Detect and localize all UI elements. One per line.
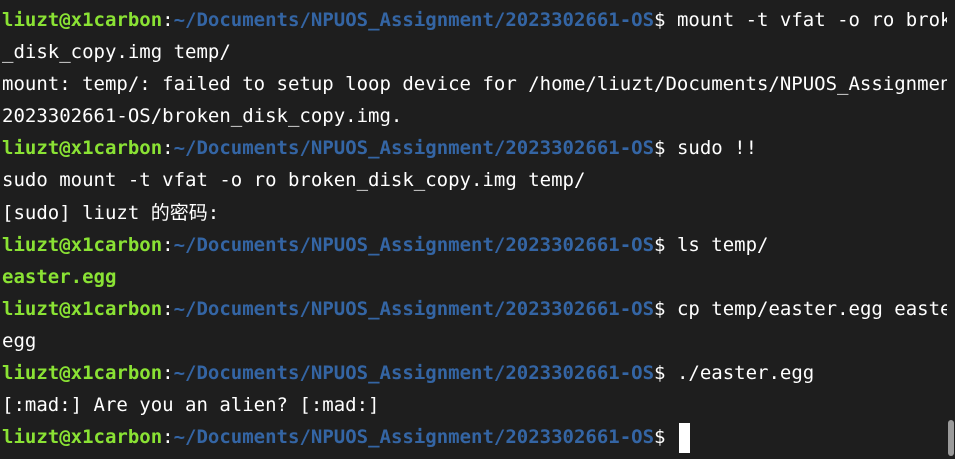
command-text: [666, 426, 677, 448]
prompt-user-host: liuzt@x1carbon: [2, 233, 163, 256]
terminal-line-active[interactable]: liuzt@x1carbon:~/Documents/NPUOS_Assignm…: [2, 421, 955, 453]
prompt-path: ~/Documents/NPUOS_Assignment/2023302661-…: [173, 297, 655, 320]
prompt-user-host: liuzt@x1carbon: [2, 362, 163, 385]
prompt-separator: :: [162, 426, 174, 449]
prompt-path: ~/Documents/NPUOS_Assignment/2023302661-…: [173, 233, 655, 256]
command-text: cp temp/easter.egg easter.: [665, 297, 955, 320]
terminal-line: 2023302661-OS/broken_disk_copy.img.: [2, 100, 955, 132]
prompt-symbol: $: [654, 297, 666, 320]
terminal-line: mount: temp/: failed to setup loop devic…: [2, 68, 955, 100]
command-text: mount -t vfat -o ro broken: [665, 9, 955, 31]
command-text: sudo !!: [665, 137, 758, 160]
output-text: _disk_copy.img temp/: [2, 41, 231, 64]
output-text: [:mad:] Are you an alien? [:mad:]: [2, 394, 380, 417]
output-text: 2023302661-OS/broken_disk_copy.img.: [2, 105, 403, 128]
prompt-symbol: $: [654, 9, 666, 31]
terminal-line: liuzt@x1carbon:~/Documents/NPUOS_Assignm…: [2, 229, 955, 261]
prompt-path: ~/Documents/NPUOS_Assignment/2023302661-…: [173, 362, 655, 385]
terminal-line: egg: [2, 325, 955, 357]
sudo-password-prompt: [sudo] liuzt 的密码:: [2, 201, 220, 224]
prompt-user-host: liuzt@x1carbon: [2, 426, 163, 449]
prompt-user-host: liuzt@x1carbon: [2, 9, 163, 31]
output-text: egg: [2, 329, 37, 352]
terminal-line: liuzt@x1carbon:~/Documents/NPUOS_Assignm…: [2, 4, 955, 36]
prompt-symbol: $: [654, 233, 666, 256]
terminal-line: liuzt@x1carbon:~/Documents/NPUOS_Assignm…: [2, 132, 955, 164]
terminal-window[interactable]: liuzt@x1carbon:~/Documents/NPUOS_Assignm…: [0, 0, 955, 459]
vertical-scrollbar[interactable]: [947, 0, 955, 459]
prompt-path: ~/Documents/NPUOS_Assignment/2023302661-…: [173, 426, 655, 449]
prompt-user-host: liuzt@x1carbon: [2, 137, 163, 160]
terminal-line: easter.egg: [2, 261, 955, 293]
executable-file-name: easter.egg: [2, 265, 117, 288]
prompt-path: ~/Documents/NPUOS_Assignment/2023302661-…: [173, 9, 655, 31]
prompt-user-host: liuzt@x1carbon: [2, 297, 163, 320]
terminal-line: [:mad:] Are you an alien? [:mad:]: [2, 389, 955, 421]
command-text: ./easter.egg: [665, 362, 815, 385]
prompt-separator: :: [162, 9, 174, 31]
prompt-separator: :: [162, 362, 174, 385]
output-text: sudo mount -t vfat -o ro broken_disk_cop…: [2, 169, 586, 192]
terminal-line: _disk_copy.img temp/: [2, 36, 955, 68]
prompt-path: ~/Documents/NPUOS_Assignment/2023302661-…: [173, 137, 655, 160]
scrollbar-thumb[interactable]: [948, 420, 954, 456]
prompt-separator: :: [162, 297, 174, 320]
terminal-line: sudo mount -t vfat -o ro broken_disk_cop…: [2, 164, 955, 196]
prompt-symbol: $: [654, 426, 666, 449]
prompt-separator: :: [162, 137, 174, 160]
prompt-symbol: $: [654, 137, 666, 160]
text-cursor[interactable]: [678, 422, 690, 453]
output-text: mount: temp/: failed to setup loop devic…: [2, 73, 955, 96]
prompt-symbol: $: [654, 362, 666, 385]
terminal-line: liuzt@x1carbon:~/Documents/NPUOS_Assignm…: [2, 293, 955, 325]
command-text: ls temp/: [665, 233, 769, 256]
terminal-line: [sudo] liuzt 的密码:: [2, 197, 955, 229]
prompt-separator: :: [162, 233, 174, 256]
terminal-line: liuzt@x1carbon:~/Documents/NPUOS_Assignm…: [2, 357, 955, 389]
